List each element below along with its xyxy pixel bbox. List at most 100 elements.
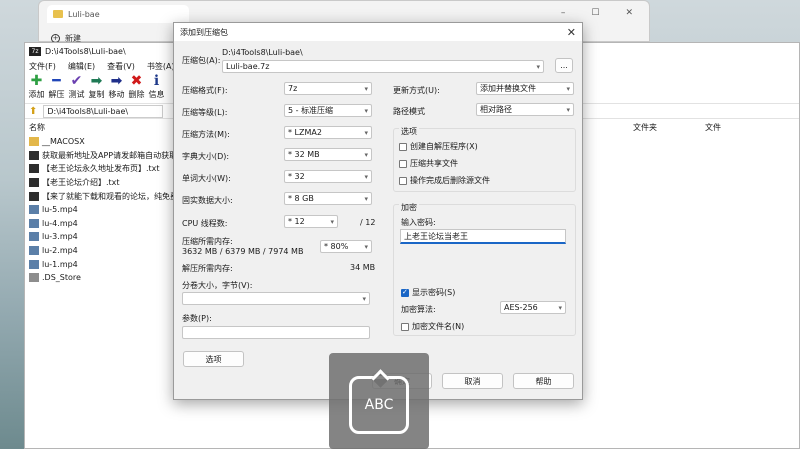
dialog-title: 添加到压缩包: [180, 27, 228, 37]
solid-select[interactable]: * 8 GB ▾: [284, 192, 372, 205]
checkbox-icon: [401, 322, 409, 331]
doc-file-icon: [29, 273, 39, 283]
menu-view[interactable]: 查看(V): [107, 61, 135, 72]
menu-bookmarks[interactable]: 书签(A): [147, 61, 175, 72]
chevron-down-icon: ▾: [364, 84, 368, 93]
archive-label: 压缩包(A):: [182, 56, 221, 65]
chevron-down-icon: ▾: [364, 172, 368, 181]
file-row[interactable]: lu-3.mp4: [29, 230, 177, 244]
sfx-label: 创建自解压程序(X): [410, 142, 478, 151]
minimize-icon[interactable]: –: [561, 8, 566, 18]
file-row[interactable]: 【老王论坛永久地址发布页】.txt: [29, 162, 177, 176]
column-files[interactable]: 文件: [705, 122, 721, 133]
chevron-down-icon: ▾: [364, 194, 368, 203]
column-name[interactable]: 名称: [29, 122, 45, 133]
dict-label: 字典大小(D):: [182, 152, 230, 161]
password-input[interactable]: 上老王论坛当老王: [400, 229, 566, 244]
browse-button[interactable]: ...: [555, 58, 573, 73]
mem-percent-select[interactable]: * 80% ▾: [320, 240, 372, 253]
level-select[interactable]: 5 - 标准压缩 ▾: [284, 104, 372, 117]
path-input[interactable]: D:\i4Tools8\Luli-bae\: [43, 104, 164, 118]
delete-label: 操作完成后删除源文件: [410, 176, 490, 185]
method-select[interactable]: * LZMA2 ▾: [284, 126, 372, 139]
media-file-icon: [29, 246, 39, 256]
threads-label: CPU 线程数:: [182, 219, 228, 228]
add-icon: ✚: [30, 73, 43, 89]
explorer-tab[interactable]: Luli-bae: [47, 5, 189, 23]
mem-percent-value: * 80%: [324, 242, 349, 251]
options-group-label: 选项: [399, 126, 419, 137]
toolbar-move-button[interactable]: ➡ 移动: [108, 73, 125, 103]
word-select[interactable]: * 32 ▾: [284, 170, 372, 183]
file-name: 【老王论坛介绍】.txt: [42, 178, 120, 188]
toolbar-label: 解压: [48, 90, 65, 99]
enc-method-value: AES-256: [504, 303, 538, 312]
split-select[interactable]: ▾: [182, 292, 370, 305]
format-select[interactable]: 7z ▾: [284, 82, 372, 95]
encrypt-names-label: 加密文件名(N): [412, 322, 465, 331]
file-row[interactable]: lu-5.mp4: [29, 203, 177, 217]
split-label: 分卷大小，字节(V):: [182, 281, 253, 290]
params-label: 参数(P):: [182, 314, 212, 323]
level-label: 压缩等级(L):: [182, 108, 228, 117]
keyboard-mode-icon: ABC: [349, 376, 409, 434]
delete-checkbox[interactable]: 操作完成后删除源文件: [399, 175, 490, 186]
update-select[interactable]: 添加并替换文件 ▾: [476, 82, 574, 95]
checkbox-icon: [399, 159, 407, 168]
encrypt-group-label: 加密: [399, 202, 419, 213]
toolbar-copy-button[interactable]: ➡ 复制: [88, 73, 105, 103]
folder-up-icon[interactable]: ⬆: [29, 106, 37, 117]
file-row[interactable]: .DS_Store: [29, 271, 177, 285]
toolbar-test-button[interactable]: ✔ 测试: [68, 73, 85, 103]
file-row[interactable]: lu-4.mp4: [29, 217, 177, 231]
pathmode-select[interactable]: 相对路径 ▾: [476, 103, 574, 116]
toolbar-info-button[interactable]: ℹ 信息: [148, 73, 165, 103]
shared-checkbox[interactable]: 压缩共享文件: [399, 158, 458, 169]
options-button[interactable]: 选项: [183, 351, 244, 367]
media-file-icon: [29, 259, 39, 269]
toolbar-add-button[interactable]: ✚ 添加: [28, 73, 45, 103]
level-value: 5 - 标准压缩: [288, 106, 334, 115]
archive-name-input[interactable]: Luli-bae.7z ▾: [222, 60, 544, 73]
dict-value: * 32 MB: [288, 150, 320, 159]
file-row[interactable]: __MACOSX: [29, 135, 177, 149]
pwd-label: 输入密码:: [401, 218, 436, 227]
close-icon[interactable]: ✕: [625, 8, 633, 18]
maximize-icon[interactable]: ☐: [591, 8, 599, 18]
params-input[interactable]: [182, 326, 370, 339]
sfx-checkbox[interactable]: 创建自解压程序(X): [399, 141, 478, 152]
chevron-down-icon: ▾: [558, 303, 562, 312]
file-row[interactable]: 获取最新地址及APP请发邮箱自动获取: [29, 149, 177, 163]
menu-edit[interactable]: 编辑(E): [68, 61, 95, 72]
show-password-checkbox[interactable]: 显示密码(S): [401, 287, 455, 298]
toolbar-extract-button[interactable]: ━ 解压: [48, 73, 65, 103]
enc-method-select[interactable]: AES-256 ▾: [500, 301, 566, 314]
info-icon: ℹ: [153, 73, 160, 89]
file-name: __MACOSX: [42, 137, 85, 147]
enc-method-label: 加密算法:: [401, 305, 436, 314]
column-folders[interactable]: 文件夹: [633, 122, 657, 133]
zip-title: D:\i4Tools8\Luli-bae\: [45, 46, 126, 56]
encrypt-names-checkbox[interactable]: 加密文件名(N): [401, 321, 464, 332]
help-button[interactable]: 帮助: [513, 373, 574, 389]
toolbar-delete-button[interactable]: ✖ 删除: [128, 73, 145, 103]
explorer-tab-title: Luli-bae: [68, 9, 100, 19]
checkbox-icon: [399, 142, 407, 151]
archive-name-value: Luli-bae.7z: [226, 62, 270, 71]
pathmode-label: 路径模式: [393, 107, 425, 116]
folder-icon: [53, 10, 63, 18]
file-row[interactable]: lu-2.mp4: [29, 244, 177, 258]
file-row[interactable]: 【来了就能下载和观看的论坛，纯免费: [29, 189, 177, 203]
checkbox-icon: [399, 176, 407, 185]
threads-total: / 12: [360, 218, 376, 227]
menu-file[interactable]: 文件(F): [29, 61, 56, 72]
dict-select[interactable]: * 32 MB ▾: [284, 148, 372, 161]
close-icon[interactable]: ✕: [567, 26, 576, 39]
format-value: 7z: [288, 84, 298, 93]
cancel-button[interactable]: 取消: [442, 373, 503, 389]
mem-decomp-label: 解压所需内存:: [182, 264, 233, 273]
extract-icon: ━: [52, 73, 61, 89]
threads-select[interactable]: * 12 ▾: [284, 215, 338, 228]
file-row[interactable]: 【老王论坛介绍】.txt: [29, 176, 177, 190]
file-row[interactable]: lu-1.mp4: [29, 257, 177, 271]
